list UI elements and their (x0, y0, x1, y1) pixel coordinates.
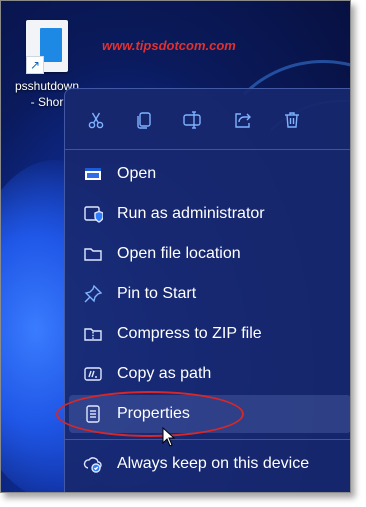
delete-button[interactable] (277, 105, 307, 135)
annotation-circle (56, 391, 244, 437)
path-icon (83, 364, 103, 384)
cloud-sync-icon (83, 454, 103, 474)
copy-icon (137, 112, 151, 129)
copy-button[interactable] (129, 105, 159, 135)
menu-item-label: Copy as path (117, 365, 212, 382)
menu-item-open-file-location[interactable]: Open file location (65, 235, 351, 273)
mouse-cursor-icon (162, 427, 176, 447)
shield-icon (83, 204, 104, 224)
shortcut-arrow-icon: ↗ (26, 56, 44, 74)
menu-item-label: Open (117, 165, 157, 182)
menu-item-label: Open file location (117, 245, 241, 262)
pin-icon (83, 284, 103, 304)
menu-separator (65, 439, 351, 440)
share-button[interactable] (227, 105, 257, 135)
rename-button[interactable] (177, 105, 207, 135)
window-icon (83, 164, 103, 184)
menu-item-compress-to-zip[interactable]: Compress to ZIP file (65, 315, 351, 353)
menu-item-label: Always keep on this device (117, 455, 310, 472)
watermark: www.tipsdotcom.com (102, 38, 236, 53)
menu-item-label: Pin to Start (117, 285, 197, 302)
menu-item-open[interactable]: Open (65, 155, 351, 193)
menu-item-label: Compress to ZIP file (117, 325, 262, 342)
zip-folder-icon (83, 324, 103, 344)
toolbar-separator (65, 149, 351, 150)
menu-item-run-as-administrator[interactable]: Run as administrator (65, 195, 351, 233)
scissors-icon (88, 112, 104, 129)
screenshot-frame: ↗ psshutdown - Shor www.tipsdotcom.com O… (0, 0, 351, 493)
cut-button[interactable] (81, 105, 111, 135)
menu-item-copy-as-path[interactable]: Copy as path (65, 355, 351, 393)
folder-icon (83, 244, 103, 264)
menu-item-pin-to-start[interactable]: Pin to Start (65, 275, 351, 313)
menu-item-label: Run as administrator (117, 205, 265, 222)
context-menu-toolbar (65, 89, 351, 149)
trash-icon (285, 112, 299, 128)
share-icon (235, 113, 251, 128)
rename-icon (183, 111, 201, 129)
menu-item-always-keep-on-device[interactable]: Always keep on this device (65, 445, 351, 483)
